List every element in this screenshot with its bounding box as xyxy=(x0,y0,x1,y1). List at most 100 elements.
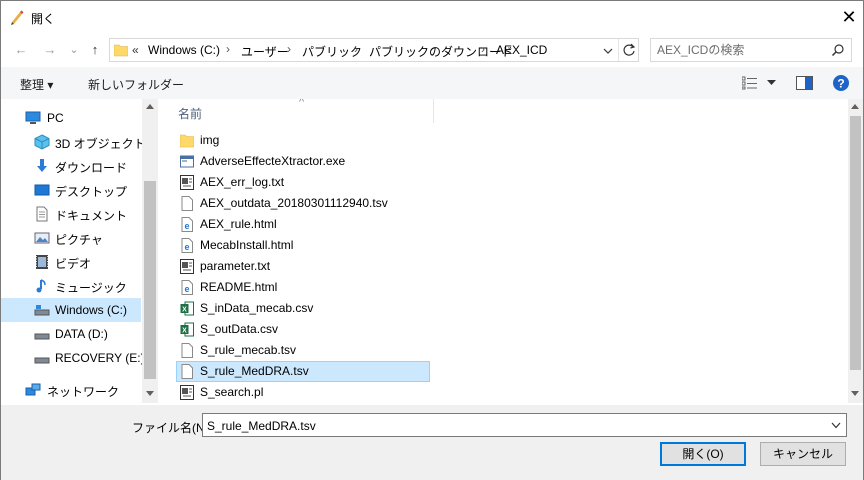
drive-icon xyxy=(34,357,50,364)
sidebar-item-label: ダウンロード xyxy=(55,161,128,175)
file-list-scrollbar[interactable] xyxy=(848,99,863,403)
drive-icon xyxy=(34,333,50,340)
chevron-down-icon[interactable] xyxy=(831,422,841,429)
svg-text:e: e xyxy=(184,284,189,294)
file-row[interactable]: S_rule_mecab.tsv xyxy=(176,340,430,361)
sidebar-item-label: Windows (C:) xyxy=(55,303,128,317)
recent-locations-button[interactable]: ⌄ xyxy=(65,41,83,59)
scrollbar-thumb[interactable] xyxy=(850,116,861,370)
file-name: S_rule_mecab.tsv xyxy=(200,343,297,357)
sidebar-item-label: ピクチャ xyxy=(55,233,103,247)
file-row[interactable]: AEX_outdata_20180301112940.tsv xyxy=(176,193,430,214)
file-row[interactable]: e MecabInstall.html xyxy=(176,235,430,256)
divider xyxy=(618,39,619,61)
new-folder-button[interactable]: 新しいフォルダー xyxy=(88,76,184,93)
breadcrumb-segment[interactable]: AEX_ICD xyxy=(496,43,547,57)
file-row[interactable]: X S_inData_mecab.csv xyxy=(176,298,430,319)
file-row[interactable]: img xyxy=(176,130,430,151)
cancel-button[interactable]: キャンセル xyxy=(760,442,846,466)
svg-text:e: e xyxy=(184,221,189,231)
sidebar-item-desktop[interactable]: デスクトップ xyxy=(1,178,141,202)
drive-icon xyxy=(34,305,50,316)
sidebar-item-documents[interactable]: ドキュメント xyxy=(1,202,141,226)
scrollbar-thumb[interactable] xyxy=(144,181,156,379)
sidebar-item-network[interactable]: ネットワーク xyxy=(1,378,141,402)
column-header-name[interactable]: 名前 xyxy=(178,105,202,122)
file-row[interactable]: S_search.pl xyxy=(176,382,430,403)
file-row[interactable]: AdverseEffecteXtractor.exe xyxy=(176,151,430,172)
document-icon xyxy=(36,206,48,222)
svg-text:X: X xyxy=(182,307,187,314)
exe-icon xyxy=(180,155,194,168)
refresh-icon[interactable] xyxy=(622,43,636,57)
sidebar-item-recovery-e[interactable]: RECOVERY (E:) xyxy=(1,346,145,370)
text-file-icon xyxy=(180,175,194,190)
file-name: AEX_outdata_20180301112940.tsv xyxy=(200,196,388,210)
title-bar: 開く ✕ xyxy=(1,1,863,33)
chevron-right-icon: › xyxy=(481,42,485,56)
preview-pane-icon[interactable] xyxy=(796,76,813,90)
breadcrumb-segment[interactable]: Windows (C:) xyxy=(148,43,220,57)
file-row[interactable]: AEX_err_log.txt xyxy=(176,172,430,193)
sidebar-item-music[interactable]: ミュージック xyxy=(1,274,141,298)
sidebar-item-windows-c[interactable]: Windows (C:) xyxy=(1,298,141,322)
breadcrumb-segment[interactable]: パブリック xyxy=(302,43,362,60)
scroll-down-icon[interactable] xyxy=(146,391,154,397)
scroll-down-icon[interactable] xyxy=(851,391,859,397)
chevron-right-icon: › xyxy=(226,42,230,56)
file-row[interactable]: X S_outData.csv xyxy=(176,319,430,340)
pen-icon xyxy=(11,10,24,25)
dialog-footer: ファイル名(N): 開く(O) キャンセル xyxy=(1,405,863,480)
search-input[interactable] xyxy=(657,42,827,58)
scroll-up-icon[interactable] xyxy=(851,104,859,110)
sidebar-item-videos[interactable]: ビデオ xyxy=(1,250,141,274)
search-box[interactable] xyxy=(650,38,852,62)
forward-button[interactable]: → xyxy=(41,41,59,59)
svg-text:?: ? xyxy=(837,77,844,91)
video-icon xyxy=(36,255,48,269)
file-row-selected[interactable]: S_rule_MedDRA.tsv xyxy=(176,361,430,382)
file-row[interactable]: e README.html xyxy=(176,277,430,298)
address-bar[interactable]: « Windows (C:) › ユーザー › パブリック › パブリックのダウ… xyxy=(109,38,639,62)
help-icon[interactable]: ? xyxy=(833,75,849,91)
sidebar-scrollbar[interactable] xyxy=(142,99,158,403)
scroll-up-icon[interactable] xyxy=(146,104,154,110)
svg-text:e: e xyxy=(184,242,189,252)
chevron-down-icon[interactable] xyxy=(603,47,613,55)
sidebar-item-3d-objects[interactable]: 3D オブジェクト xyxy=(1,130,146,154)
sidebar-item-label: デスクトップ xyxy=(55,185,128,199)
folder-icon xyxy=(114,44,128,57)
blank-file-icon xyxy=(181,196,193,211)
address-overflow[interactable]: « xyxy=(132,43,139,57)
chevron-right-icon: › xyxy=(287,42,291,56)
file-name: parameter.txt xyxy=(200,259,271,273)
sidebar-item-label: 3D オブジェクト xyxy=(55,137,146,151)
breadcrumb-segment[interactable]: パブリックのダウンロード xyxy=(369,43,513,60)
open-button[interactable]: 開く(O) xyxy=(660,442,746,466)
view-options-icon[interactable] xyxy=(742,76,758,90)
file-name: S_outData.csv xyxy=(200,322,279,336)
sidebar-item-downloads[interactable]: ダウンロード xyxy=(1,154,141,178)
file-name: img xyxy=(200,133,220,147)
file-list: ^ 名前 img AdverseEffecteXtractor.exe AEX_… xyxy=(158,99,848,403)
navigation-pane: PC 3D オブジェクト ダウンロード デスクトップ ドキュメント ピクチャ ビ… xyxy=(1,99,158,403)
sidebar-item-label: PC xyxy=(47,111,64,125)
back-button[interactable]: ← xyxy=(12,41,30,59)
file-row[interactable]: e AEX_rule.html xyxy=(176,214,430,235)
filename-label: ファイル名(N): xyxy=(132,421,212,435)
organize-button[interactable]: 整理 ▾ xyxy=(20,76,53,93)
filename-field[interactable] xyxy=(207,418,807,434)
search-icon[interactable] xyxy=(831,43,845,57)
close-button[interactable]: ✕ xyxy=(839,8,859,28)
column-divider[interactable] xyxy=(433,99,434,123)
breadcrumb-segment[interactable]: ユーザー xyxy=(241,43,289,60)
computer-icon xyxy=(25,111,41,124)
chevron-down-icon[interactable] xyxy=(767,80,776,86)
sidebar-item-data-d[interactable]: DATA (D:) xyxy=(1,322,141,346)
picture-icon xyxy=(34,232,50,244)
up-button[interactable]: ↑ xyxy=(86,41,104,59)
sidebar-item-pictures[interactable]: ピクチャ xyxy=(1,226,141,250)
sidebar-item-pc[interactable]: PC xyxy=(1,106,141,130)
filename-combo[interactable] xyxy=(202,413,847,437)
file-row[interactable]: parameter.txt xyxy=(176,256,430,277)
